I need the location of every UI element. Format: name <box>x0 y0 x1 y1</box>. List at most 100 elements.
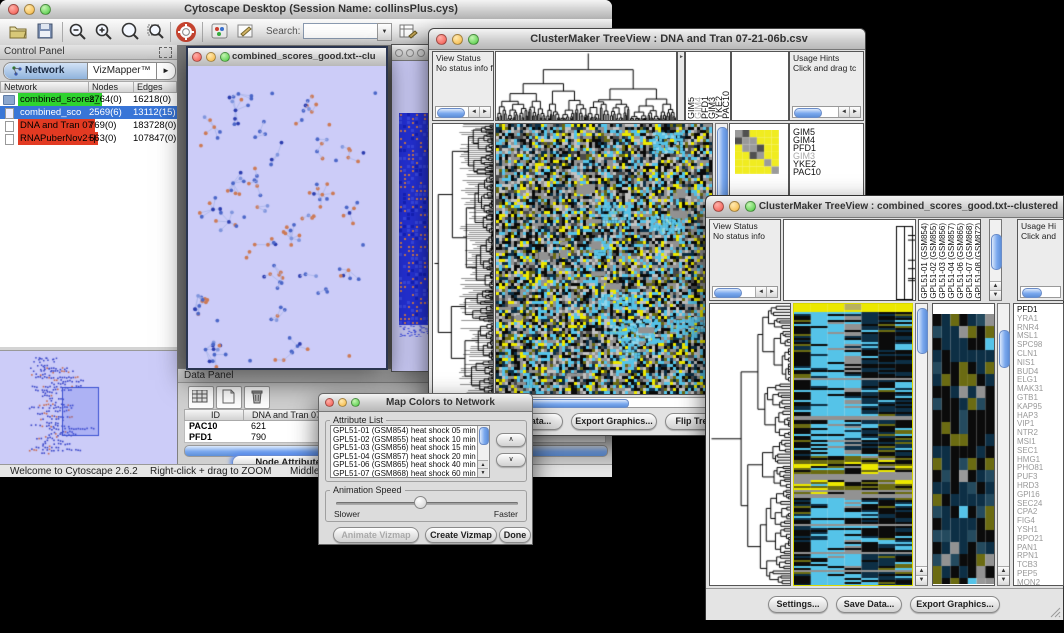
column-header-nodes[interactable]: Nodes <box>88 81 134 93</box>
tv2-view-status-hscrollbar[interactable]: ◄ ► <box>712 286 778 298</box>
close-icon[interactable] <box>325 398 334 407</box>
close-icon[interactable] <box>192 52 202 62</box>
scroll-right-icon[interactable]: ► <box>766 287 777 297</box>
tv2-column-labels[interactable]: GPL51-01 (GSM854)GPL51-02 (GSM855)GPL51-… <box>920 219 981 299</box>
attribute-list-item[interactable]: GPL51-07 (GSM868) heat shock 60 min <box>333 470 475 478</box>
tab-overflow-button[interactable]: ► <box>156 63 175 79</box>
minimize-icon[interactable] <box>206 52 216 62</box>
help-lifering-icon[interactable] <box>176 22 198 42</box>
column-header-edges[interactable]: Edges <box>133 81 177 93</box>
network-graph-canvas[interactable] <box>188 66 386 368</box>
network-table: combined_scores_2764(0)16218(0)combined_… <box>0 93 177 145</box>
tv2-settings-button[interactable]: Settings... <box>768 596 828 613</box>
done-button[interactable]: Done <box>499 527 531 543</box>
tv2-gene-list[interactable]: PFD1YRA1RNR4MSL1SPC98CLN1NIS1BUD4ELG1MAK… <box>1017 306 1043 586</box>
treeview1-titlebar[interactable]: ClusterMaker TreeView : DNA and Tran 07-… <box>429 29 865 50</box>
tv2-save-data-button[interactable]: Save Data... <box>836 596 902 613</box>
map-colors-dialog: Map Colors to Network Attribute List GPL… <box>318 393 533 545</box>
tv1-correlation-matrix[interactable] <box>735 130 779 174</box>
scroll-down-icon[interactable]: ▼ <box>478 468 488 477</box>
zoom-window-icon[interactable] <box>417 49 425 57</box>
scroll-left-icon[interactable]: ◄ <box>755 287 766 297</box>
new-attribute-button[interactable] <box>216 386 242 409</box>
tv1-view-status-hscrollbar[interactable]: ◄ ► <box>435 106 491 118</box>
tv2-bottom-bar: Settings... Save Data... Export Graphics… <box>706 588 1063 620</box>
close-icon[interactable] <box>8 4 19 15</box>
search-dropdown-icon[interactable]: ▼ <box>377 23 392 41</box>
delete-attribute-button[interactable] <box>244 386 270 409</box>
tv1-row-dendrogram[interactable] <box>432 123 494 395</box>
table-view-button[interactable] <box>188 386 214 409</box>
zoom-fit-icon[interactable] <box>146 22 168 42</box>
save-icon[interactable] <box>36 22 58 42</box>
tv2-heatmap-vscrollbar[interactable]: ▲ ▼ <box>915 303 928 586</box>
minimize-icon[interactable] <box>338 398 347 407</box>
tv2-column-vscrollbar[interactable]: ▲ ▼ <box>989 219 1002 301</box>
column-header-id[interactable]: ID <box>184 409 244 421</box>
tab-network[interactable]: Network <box>4 63 88 79</box>
close-icon[interactable] <box>713 201 724 212</box>
tv2-column-label: GPL51-04 (GSM857) <box>947 223 956 299</box>
treeview2-titlebar[interactable]: ClusterMaker TreeView : combined_scores_… <box>706 196 1063 218</box>
attribute-browser-icon[interactable] <box>398 22 420 42</box>
column-header-network[interactable]: Network <box>0 81 89 93</box>
animation-slider-track[interactable] <box>336 502 518 505</box>
tab-vizmapper[interactable]: VizMapper™ <box>88 63 156 79</box>
scroll-left-icon[interactable]: ◄ <box>468 107 479 117</box>
create-vizmap-button[interactable]: Create Vizmap <box>425 527 497 543</box>
attribute-listbox[interactable]: GPL51-01 (GSM854) heat shock 05 minGPL51… <box>330 425 490 478</box>
scroll-left-icon[interactable]: ◄ <box>838 107 849 117</box>
birdseye-view[interactable] <box>0 350 177 465</box>
tv1-gene-list[interactable]: GIM5GIM4PFD1GIM3YKE2PAC10 <box>793 128 821 176</box>
expand-icon[interactable]: ► <box>679 54 684 60</box>
tv1-heatmap[interactable] <box>495 123 713 395</box>
float-panel-icon[interactable] <box>159 47 172 58</box>
tv2-usage-hints-hscrollbar[interactable] <box>1020 286 1061 298</box>
tv2-export-graphics-button[interactable]: Export Graphics... <box>910 596 1000 613</box>
minimize-icon[interactable] <box>452 34 463 45</box>
tv2-heatmap[interactable] <box>793 303 913 586</box>
move-attribute-down-button[interactable]: ∨ <box>496 453 526 467</box>
animation-slider-thumb[interactable] <box>414 496 427 509</box>
zoom-window-icon[interactable] <box>745 201 756 212</box>
zoom-window-icon[interactable] <box>220 52 230 62</box>
network-table-row[interactable]: combined_sco2569(6)13112(15) <box>0 106 177 119</box>
zoom-in-icon[interactable] <box>94 22 116 42</box>
move-attribute-up-button[interactable]: ∧ <box>496 433 526 447</box>
main-titlebar[interactable]: Cytoscape Desktop (Session Name: collins… <box>0 0 612 20</box>
tv1-export-graphics-button[interactable]: Export Graphics... <box>571 413 657 430</box>
tv2-column-dendrogram[interactable] <box>783 219 916 301</box>
tv1-usage-hints-hscrollbar[interactable]: ◄ ► <box>792 106 861 118</box>
search-input[interactable] <box>303 23 379 39</box>
map-dialog-titlebar[interactable]: Map Colors to Network <box>319 394 532 412</box>
zoom-selected-icon[interactable] <box>120 22 142 42</box>
close-icon[interactable] <box>395 49 403 57</box>
resize-grip-icon[interactable] <box>1049 606 1061 618</box>
zoom-window-icon[interactable] <box>468 34 479 45</box>
network-table-row[interactable]: RNAPuberNov2+|563(0)107847(0) <box>0 132 177 145</box>
minimize-icon[interactable] <box>24 4 35 15</box>
close-icon[interactable] <box>436 34 447 45</box>
tv1-column-labels[interactable]: GIM5GIM4PFD1GIM3YKE2PAC10 <box>688 53 730 119</box>
network-view-titlebar[interactable]: combined_scores_good.txt--cluste... <box>188 48 386 67</box>
open-file-icon[interactable] <box>8 22 30 42</box>
annotation-icon[interactable] <box>236 22 258 42</box>
vizmapper-icon[interactable] <box>210 22 232 42</box>
minimize-icon[interactable] <box>406 49 414 57</box>
tv1-column-dendrogram[interactable] <box>495 51 677 121</box>
tv2-zoom-view[interactable] <box>933 314 994 584</box>
animate-vizmap-button[interactable]: Animate Vizmap <box>333 527 419 543</box>
scroll-down-icon[interactable]: ▼ <box>916 575 927 585</box>
network-table-row[interactable]: DNA and Tran 07769(0)183728(0) <box>0 119 177 132</box>
scroll-right-icon[interactable]: ► <box>479 107 490 117</box>
scroll-right-icon[interactable]: ► <box>849 107 860 117</box>
minimize-icon[interactable] <box>729 201 740 212</box>
dense-network-view[interactable] <box>399 113 429 337</box>
network-table-row[interactable]: combined_scores_2764(0)16218(0) <box>0 93 177 106</box>
scroll-down-icon[interactable]: ▼ <box>998 575 1009 585</box>
tv2-zoom-vscrollbar[interactable]: ▲ ▼ <box>997 303 1010 586</box>
zoom-out-icon[interactable] <box>68 22 90 42</box>
tv2-row-dendrogram[interactable] <box>709 303 791 586</box>
attribute-list-vscrollbar[interactable]: ▲ ▼ <box>477 426 489 477</box>
scroll-down-icon[interactable]: ▼ <box>990 290 1001 300</box>
